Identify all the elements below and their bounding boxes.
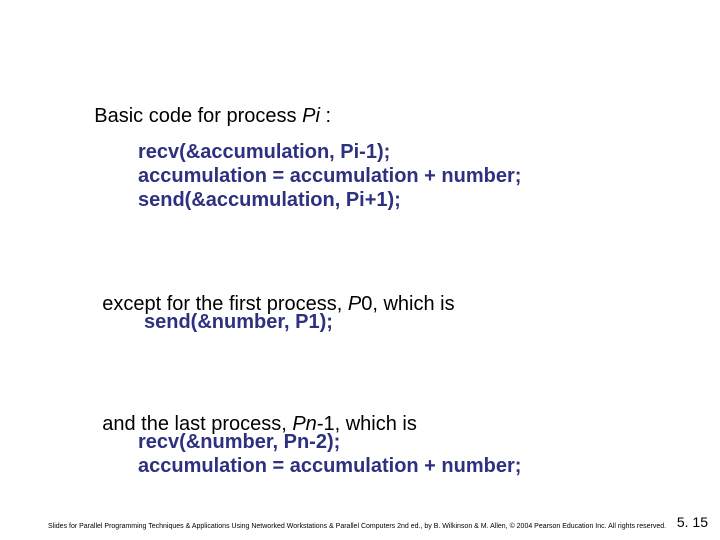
footer-page: 5. 15 [677, 514, 708, 530]
footer-credit: Slides for Parallel Programming Techniqu… [0, 523, 666, 530]
mid1-var: P [348, 293, 361, 315]
code1-line2: accumulation = accumulation + number; [138, 164, 521, 188]
intro-suffix: : [320, 105, 331, 127]
footer: Slides for Parallel Programming Techniqu… [0, 523, 720, 530]
code1-line3: send(&accumulation, Pi+1); [138, 188, 401, 212]
intro-var: Pi [302, 105, 320, 127]
slide: Basic code for process Pi : recv(&accumu… [0, 0, 720, 540]
mid1-num: 0, which is [361, 293, 454, 315]
code3-line2: accumulation = accumulation + number; [138, 454, 521, 478]
code1-line1: recv(&accumulation, Pi-1); [138, 140, 390, 164]
code3-line1: recv(&number, Pn-2); [138, 430, 340, 454]
code2-line1: send(&number, P1); [144, 310, 333, 334]
intro-prefix: Basic code for process [94, 105, 302, 127]
